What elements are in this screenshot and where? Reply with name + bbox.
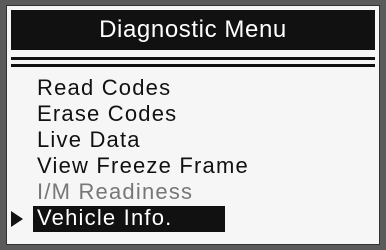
menu-item-erase-codes[interactable]: Erase Codes bbox=[7, 101, 379, 127]
menu-item-label: Live Data bbox=[37, 127, 141, 152]
menu-item-vehicle-info[interactable]: Vehicle Info. bbox=[7, 205, 379, 232]
menu-item-label: Read Codes bbox=[37, 75, 172, 100]
divider-line-bottom bbox=[11, 64, 375, 67]
diagnostic-menu-list: Read Codes Erase Codes Live Data View Fr… bbox=[7, 75, 379, 232]
triangle-right-icon bbox=[11, 211, 23, 227]
divider-line-top bbox=[11, 57, 375, 60]
title-bar: Diagnostic Menu bbox=[11, 10, 375, 50]
menu-item-read-codes[interactable]: Read Codes bbox=[7, 75, 379, 101]
menu-item-label: View Freeze Frame bbox=[37, 153, 249, 178]
menu-item-live-data[interactable]: Live Data bbox=[7, 127, 379, 153]
menu-item-label: Erase Codes bbox=[37, 101, 178, 126]
menu-item-im-readiness[interactable]: I/M Readiness bbox=[7, 179, 379, 205]
lcd-screen: Diagnostic Menu Read Codes Erase Codes L… bbox=[6, 5, 380, 245]
menu-item-label: Vehicle Info. bbox=[37, 205, 173, 230]
menu-item-view-freeze-frame[interactable]: View Freeze Frame bbox=[7, 153, 379, 179]
menu-title: Diagnostic Menu bbox=[99, 16, 287, 43]
device-frame: Diagnostic Menu Read Codes Erase Codes L… bbox=[0, 0, 386, 250]
menu-item-label: I/M Readiness bbox=[37, 179, 194, 204]
